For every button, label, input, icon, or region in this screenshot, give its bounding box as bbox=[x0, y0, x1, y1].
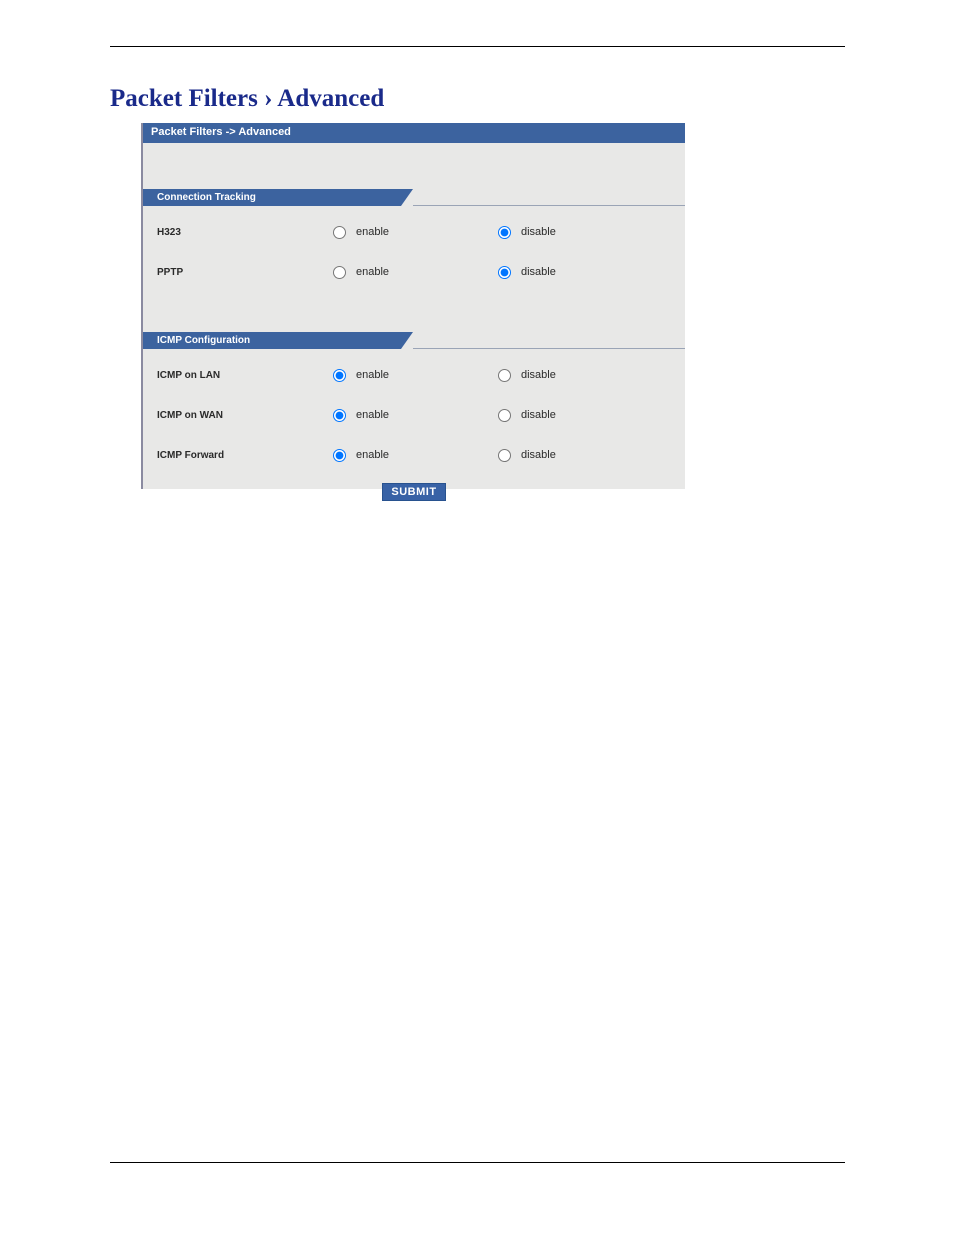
row-label-h323: H323 bbox=[143, 227, 333, 238]
row-h323: H323 enable disable bbox=[143, 212, 685, 252]
radio-label-icmp-lan-disable: disable bbox=[521, 369, 556, 381]
row-label-icmp-forward: ICMP Forward bbox=[143, 450, 333, 461]
radio-group-h323-disable: disable bbox=[498, 226, 663, 239]
radio-group-icmp-forward-disable: disable bbox=[498, 449, 663, 462]
row-icmp-lan: ICMP on LAN enable disable bbox=[143, 355, 685, 395]
radio-label-icmp-forward-enable: enable bbox=[356, 449, 389, 461]
radio-label-icmp-forward-disable: disable bbox=[521, 449, 556, 461]
radio-h323-enable[interactable] bbox=[333, 226, 346, 239]
radio-icmp-forward-disable[interactable] bbox=[498, 449, 511, 462]
radio-group-h323-enable: enable bbox=[333, 226, 498, 239]
config-panel: Packet Filters -> Advanced Connection Tr… bbox=[141, 123, 685, 489]
radio-group-icmp-lan-disable: disable bbox=[498, 369, 663, 382]
section-header-notch bbox=[401, 332, 413, 349]
radio-group-pptp-enable: enable bbox=[333, 266, 498, 279]
section-header-label: Connection Tracking bbox=[143, 189, 401, 206]
row-icmp-forward: ICMP Forward enable disable bbox=[143, 435, 685, 475]
row-icmp-wan: ICMP on WAN enable disable bbox=[143, 395, 685, 435]
radio-label-h323-disable: disable bbox=[521, 226, 556, 238]
radio-pptp-disable[interactable] bbox=[498, 266, 511, 279]
radio-group-icmp-forward-enable: enable bbox=[333, 449, 498, 462]
section-header-line bbox=[413, 348, 685, 349]
section-header-line bbox=[413, 205, 685, 206]
radio-group-icmp-wan-disable: disable bbox=[498, 409, 663, 422]
radio-label-icmp-lan-enable: enable bbox=[356, 369, 389, 381]
breadcrumb: Packet Filters -> Advanced bbox=[143, 123, 685, 143]
radio-label-h323-enable: enable bbox=[356, 226, 389, 238]
radio-label-icmp-wan-enable: enable bbox=[356, 409, 389, 421]
radio-icmp-wan-disable[interactable] bbox=[498, 409, 511, 422]
page-rule-bottom bbox=[110, 1162, 845, 1163]
radio-pptp-enable[interactable] bbox=[333, 266, 346, 279]
radio-h323-disable[interactable] bbox=[498, 226, 511, 239]
row-label-pptp: PPTP bbox=[143, 267, 333, 278]
radio-label-icmp-wan-disable: disable bbox=[521, 409, 556, 421]
radio-icmp-wan-enable[interactable] bbox=[333, 409, 346, 422]
radio-label-pptp-enable: enable bbox=[356, 266, 389, 278]
submit-button[interactable]: SUBMIT bbox=[382, 483, 445, 501]
submit-row: SUBMIT bbox=[143, 483, 685, 501]
row-pptp: PPTP enable disable bbox=[143, 252, 685, 292]
radio-group-icmp-lan-enable: enable bbox=[333, 369, 498, 382]
section-header-connection-tracking: Connection Tracking bbox=[143, 189, 685, 206]
row-label-icmp-lan: ICMP on LAN bbox=[143, 370, 333, 381]
section-header-notch bbox=[401, 189, 413, 206]
radio-icmp-lan-disable[interactable] bbox=[498, 369, 511, 382]
radio-group-pptp-disable: disable bbox=[498, 266, 663, 279]
row-label-icmp-wan: ICMP on WAN bbox=[143, 410, 333, 421]
radio-icmp-lan-enable[interactable] bbox=[333, 369, 346, 382]
radio-icmp-forward-enable[interactable] bbox=[333, 449, 346, 462]
section-header-icmp-config: ICMP Configuration bbox=[143, 332, 685, 349]
radio-label-pptp-disable: disable bbox=[521, 266, 556, 278]
page-title: Packet Filters › Advanced bbox=[110, 85, 384, 113]
radio-group-icmp-wan-enable: enable bbox=[333, 409, 498, 422]
page-rule-top bbox=[110, 46, 845, 47]
section-header-label: ICMP Configuration bbox=[143, 332, 401, 349]
